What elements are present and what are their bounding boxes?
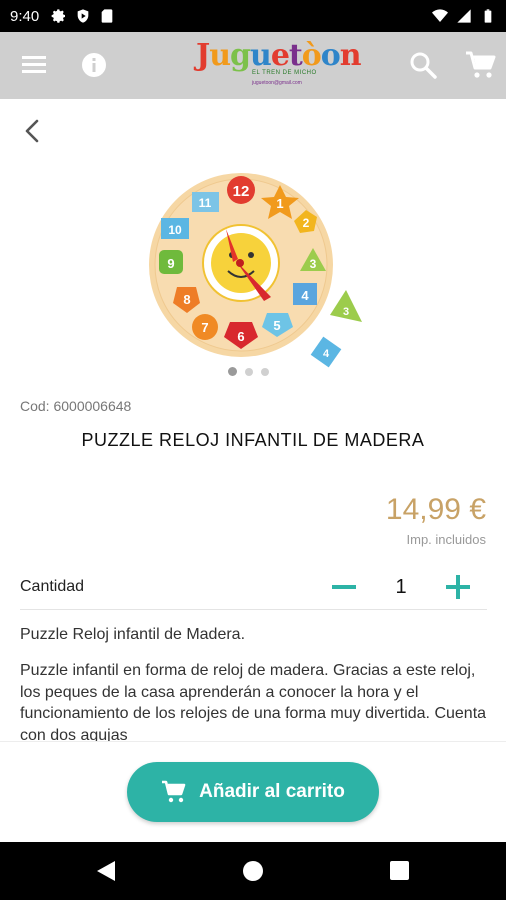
play-shield-icon [77, 9, 89, 23]
wifi-icon [432, 9, 448, 22]
brand-logo[interactable]: Juguetòon EL TREN DE MICHO juguetoon@gma… [196, 38, 362, 92]
back-arrow-icon[interactable] [20, 118, 46, 144]
description-long: Puzzle infantil en forma de reloj de mad… [20, 662, 487, 741]
quantity-label: Cantidad [20, 578, 85, 595]
product-code: Cod: 6000006648 [20, 398, 132, 414]
svg-text:7: 7 [201, 320, 208, 335]
brand-logo-email: juguetoon@gmail.com [252, 80, 302, 86]
product-image[interactable]: 12 1 2 3 4 5 6 7 8 9 10 11 3 4 [140, 165, 370, 370]
add-to-cart-button[interactable]: Añadir al carrito [127, 762, 379, 822]
cart-icon[interactable] [464, 50, 496, 80]
status-bar: 9:40 [0, 0, 506, 32]
battery-icon [484, 9, 492, 23]
product-price: 14,99 € [385, 493, 486, 526]
pager-dot[interactable] [228, 367, 237, 376]
svg-text:8: 8 [183, 292, 190, 307]
svg-text:9: 9 [167, 256, 174, 271]
bottom-action-area: Añadir al carrito [0, 741, 506, 842]
product-title: PUZZLE RELOJ INFANTIL DE MADERA [81, 430, 425, 450]
image-pager [228, 367, 269, 376]
description-scroll[interactable]: Puzzle infantil en forma de reloj de mad… [20, 660, 490, 741]
svg-text:1: 1 [276, 196, 283, 211]
nav-recents-icon[interactable] [390, 861, 409, 880]
quantity-value: 1 [395, 576, 407, 598]
svg-text:3: 3 [310, 257, 317, 271]
status-time: 9:40 [10, 7, 40, 25]
pager-dot[interactable] [245, 367, 253, 376]
info-icon[interactable] [80, 51, 108, 79]
system-nav-bar [0, 842, 506, 900]
quantity-row: Cantidad 1 [20, 566, 487, 610]
svg-text:4: 4 [301, 288, 309, 303]
svg-text:4: 4 [323, 348, 330, 360]
tax-note: Imp. incluidos [406, 532, 486, 547]
signal-icon [457, 9, 471, 23]
svg-text:10: 10 [168, 223, 182, 237]
app-bar: Juguetòon EL TREN DE MICHO juguetoon@gma… [0, 32, 506, 99]
svg-text:5: 5 [273, 318, 280, 333]
cart-icon [162, 780, 186, 803]
nav-home-icon[interactable] [243, 861, 263, 881]
brand-logo-tagline: EL TREN DE MICHO [252, 70, 317, 76]
sd-card-icon [101, 9, 113, 23]
pager-dot[interactable] [261, 367, 269, 376]
svg-text:12: 12 [233, 183, 250, 200]
svg-text:11: 11 [199, 196, 212, 210]
increase-quantity-button[interactable] [444, 572, 472, 602]
brand-logo-wordmark: Juguetòon [196, 38, 362, 73]
decrease-quantity-button[interactable] [331, 572, 357, 602]
nav-back-icon[interactable] [95, 860, 117, 882]
svg-text:2: 2 [303, 216, 310, 230]
menu-icon[interactable] [20, 52, 48, 76]
description-short: Puzzle Reloj infantil de Madera. [20, 626, 246, 643]
search-icon[interactable] [408, 50, 438, 80]
svg-text:3: 3 [343, 306, 349, 318]
settings-icon [51, 9, 66, 23]
add-to-cart-label: Añadir al carrito [199, 781, 345, 802]
svg-text:6: 6 [237, 329, 244, 344]
